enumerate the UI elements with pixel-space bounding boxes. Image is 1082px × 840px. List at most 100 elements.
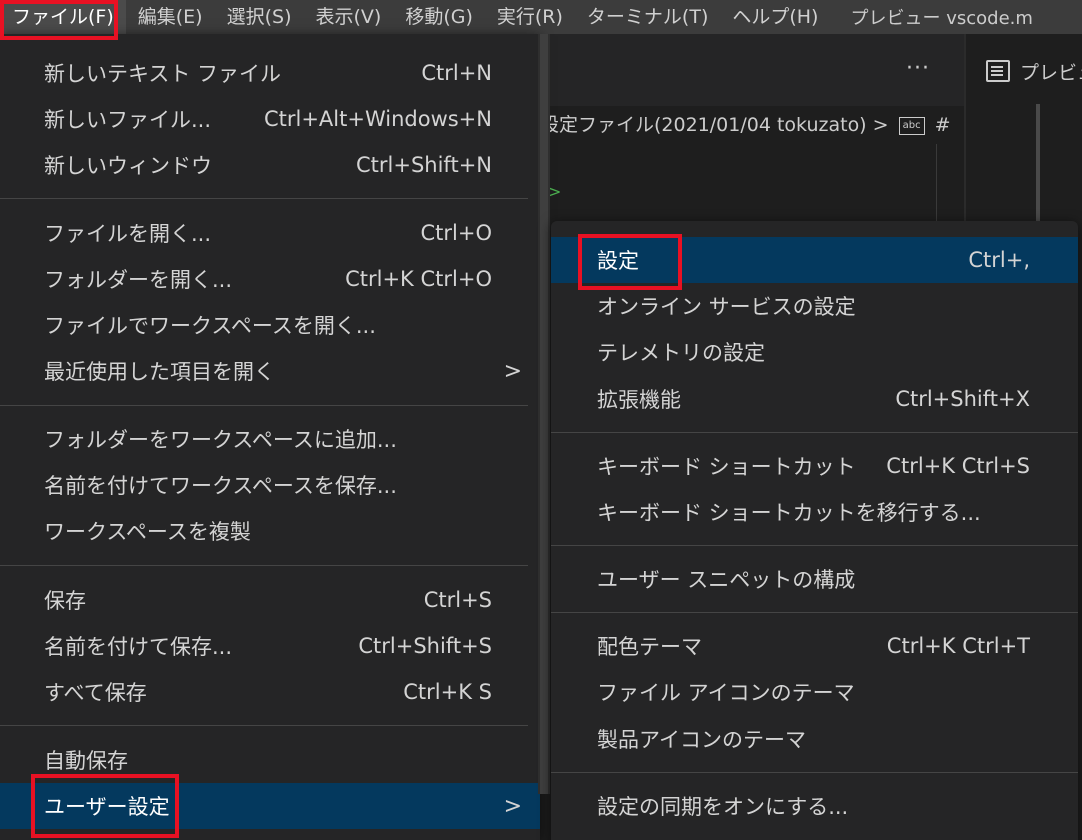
submenu-item-extensions[interactable]: 拡張機能 Ctrl+Shift+X (551, 376, 1078, 422)
menu-help[interactable]: ヘルプ(H) (720, 0, 830, 34)
menu-item-label: 新しいファイル... (44, 108, 212, 132)
chevron-right-icon: > (503, 793, 522, 819)
menu-item-open-recent[interactable]: 最近使用した項目を開く > (0, 348, 528, 394)
menu-item-label: オンライン サービスの設定 (597, 295, 856, 319)
vscode-window: ファイル(F) 編集(E) 選択(S) 表示(V) 移動(G) 実行(R) ター… (0, 0, 1082, 840)
preview-title[interactable]: プレビュ (986, 58, 1082, 85)
breadcrumb-separator: > (872, 114, 889, 136)
menu-item-label: 配色テーマ (597, 635, 702, 659)
menu-item-label: 自動保存 (44, 749, 128, 773)
menu-item-shortcut: Ctrl+Shift+X (895, 387, 1030, 411)
menu-separator (0, 565, 528, 566)
fold-chevron-icon[interactable]: > (548, 182, 561, 201)
menu-terminal[interactable]: ターミナル(T) (575, 0, 720, 34)
chevron-right-icon: > (503, 358, 522, 384)
window-title: プレビュー vscode.m (850, 8, 1033, 29)
preview-title-label: プレビュ (1020, 62, 1082, 84)
editor-ruler (936, 144, 937, 224)
menu-item-save[interactable]: 保存 Ctrl+S (0, 577, 528, 623)
user-settings-submenu: 設定 Ctrl+, オンライン サービスの設定 テレメトリの設定 拡張機能 Ct… (551, 221, 1078, 840)
submenu-item-user-snippets[interactable]: ユーザー スニペットの構成 (551, 556, 1078, 602)
menu-item-shortcut: Ctrl+Shift+S (358, 634, 492, 658)
submenu-item-keyboard-shortcuts[interactable]: キーボード ショートカット Ctrl+K Ctrl+S (551, 443, 1078, 489)
menu-item-label: 設定 (597, 249, 639, 273)
menu-go[interactable]: 移動(G) (393, 0, 485, 34)
submenu-item-migrate-shortcuts[interactable]: キーボード ショートカットを移行する... (551, 489, 1078, 535)
menu-item-label: 名前を付けて保存... (44, 635, 233, 659)
menu-item-new-text-file[interactable]: 新しいテキスト ファイル Ctrl+N (0, 50, 528, 96)
scrollbar-thumb[interactable] (540, 34, 548, 794)
menu-bar: ファイル(F) 編集(E) 選択(S) 表示(V) 移動(G) 実行(R) ター… (0, 0, 1082, 34)
menu-item-label: 最近使用した項目を開く (44, 360, 275, 384)
menu-item-shortcut: Ctrl+K S (403, 680, 492, 704)
menu-separator (551, 612, 1078, 613)
menu-item-shortcut: Ctrl+K Ctrl+T (886, 634, 1030, 658)
menu-view[interactable]: 表示(V) (304, 0, 394, 34)
preview-icon (986, 60, 1010, 82)
menu-item-label: フォルダーをワークスペースに追加... (44, 428, 397, 452)
submenu-item-file-icon-theme[interactable]: ファイル アイコンのテーマ (551, 669, 1078, 715)
submenu-item-color-theme[interactable]: 配色テーマ Ctrl+K Ctrl+T (551, 623, 1078, 669)
menu-selection[interactable]: 選択(S) (215, 0, 304, 34)
menu-separator (0, 405, 528, 406)
menu-item-add-folder-to-workspace[interactable]: フォルダーをワークスペースに追加... (0, 416, 528, 462)
menu-item-label: 新しいテキスト ファイル (44, 62, 282, 86)
menu-item-label: 新しいウィンドウ (44, 154, 212, 178)
file-menu: 新しいテキスト ファイル Ctrl+N 新しいファイル... Ctrl+Alt+… (0, 34, 540, 840)
menu-item-save-workspace-as[interactable]: 名前を付けてワークスペースを保存... (0, 462, 528, 508)
menu-item-label: テレメトリの設定 (597, 341, 765, 365)
menu-item-label: ワークスペースを複製 (44, 520, 251, 544)
menu-item-open-file[interactable]: ファイルを開く... Ctrl+O (0, 210, 528, 256)
submenu-item-online-services[interactable]: オンライン サービスの設定 (551, 283, 1078, 329)
menu-separator (0, 198, 528, 199)
menu-item-label: 設定の同期をオンにする... (597, 795, 849, 819)
submenu-item-telemetry[interactable]: テレメトリの設定 (551, 329, 1078, 375)
menu-separator (551, 432, 1078, 433)
preview-scrollbar[interactable] (1036, 104, 1040, 224)
menu-item-shortcut: Ctrl+S (423, 588, 492, 612)
menu-item-save-as[interactable]: 名前を付けて保存... Ctrl+Shift+S (0, 623, 528, 669)
menu-item-label: 名前を付けてワークスペースを保存... (44, 474, 397, 498)
menu-item-label: ユーザー スニペットの構成 (597, 568, 856, 592)
menu-item-shortcut: Ctrl+, (968, 248, 1030, 272)
menu-item-save-all[interactable]: すべて保存 Ctrl+K S (0, 669, 528, 715)
menu-item-new-window[interactable]: 新しいウィンドウ Ctrl+Shift+N (0, 142, 528, 188)
menu-item-shortcut: Ctrl+Shift+N (356, 153, 492, 177)
menu-run[interactable]: 実行(R) (485, 0, 575, 34)
menu-item-user-settings[interactable]: ユーザー設定 > (0, 783, 540, 829)
menu-item-label: 拡張機能 (597, 388, 681, 412)
editor-tab-bar (540, 34, 964, 106)
menu-edit[interactable]: 編集(E) (126, 0, 215, 34)
menu-item-shortcut: Ctrl+K Ctrl+O (345, 267, 492, 291)
submenu-item-product-icon-theme[interactable]: 製品アイコンのテーマ (551, 716, 1078, 762)
menu-item-auto-save[interactable]: 自動保存 (0, 737, 528, 783)
menu-item-label: フォルダーを開く... (44, 268, 233, 292)
menu-item-open-folder[interactable]: フォルダーを開く... Ctrl+K Ctrl+O (0, 256, 528, 302)
breadcrumb-file[interactable]: 設定ファイル(2021/01/04 tokuzato) (540, 114, 867, 136)
submenu-item-settings[interactable]: 設定 Ctrl+, (551, 237, 1078, 283)
menu-item-label: ファイル アイコンのテーマ (597, 681, 855, 705)
abc-icon: abc (898, 117, 925, 135)
menu-file[interactable]: ファイル(F) (0, 0, 126, 34)
menu-item-shortcut: Ctrl+K Ctrl+S (886, 454, 1030, 478)
menu-item-label: すべて保存 (44, 681, 147, 705)
menu-item-label: 製品アイコンのテーマ (597, 728, 806, 752)
menu-item-label: 保存 (44, 589, 86, 613)
menu-item-shortcut: Ctrl+Alt+Windows+N (263, 107, 492, 131)
menu-item-new-file[interactable]: 新しいファイル... Ctrl+Alt+Windows+N (0, 96, 528, 142)
menu-separator (551, 772, 1078, 773)
menu-item-open-workspace[interactable]: ファイルでワークスペースを開く... (0, 302, 528, 348)
menu-item-shortcut: Ctrl+N (421, 61, 492, 85)
submenu-item-settings-sync[interactable]: 設定の同期をオンにする... (551, 783, 1078, 829)
more-actions-icon[interactable]: ··· (906, 56, 930, 81)
menu-item-label: ファイルでワークスペースを開く... (44, 314, 376, 338)
menu-item-label: キーボード ショートカット (597, 455, 856, 479)
file-menu-scrollbar[interactable] (538, 34, 550, 794)
menu-item-label: ファイルを開く... (44, 222, 212, 246)
menu-separator (551, 545, 1078, 546)
menu-item-label: ユーザー設定 (44, 795, 170, 819)
menu-item-label: キーボード ショートカットを移行する... (597, 501, 981, 525)
breadcrumb: 設定ファイル(2021/01/04 tokuzato) > abc # (540, 106, 964, 144)
menu-item-duplicate-workspace[interactable]: ワークスペースを複製 (0, 508, 528, 554)
breadcrumb-symbol[interactable]: # (935, 114, 951, 136)
